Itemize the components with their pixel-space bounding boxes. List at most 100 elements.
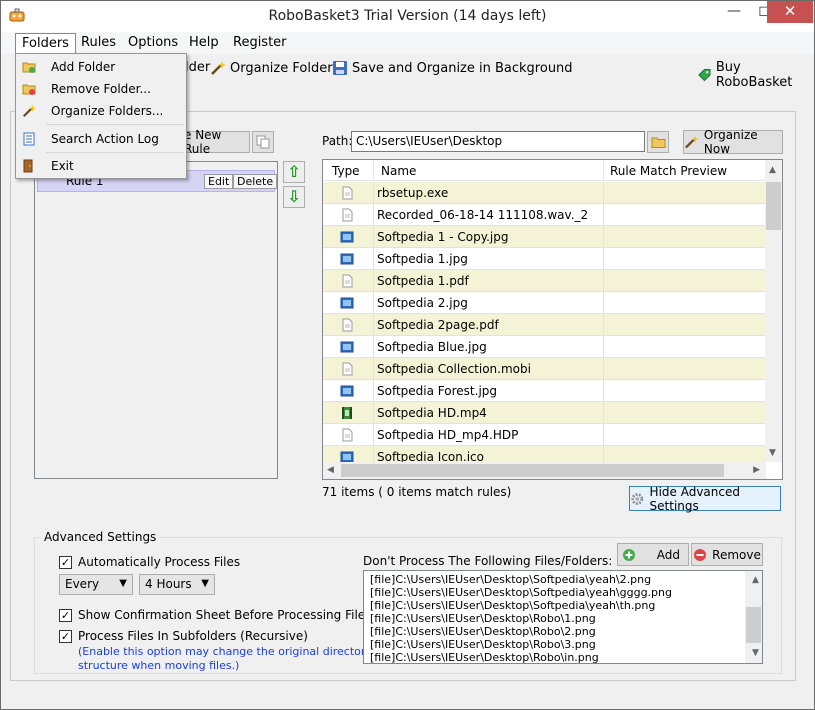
video-file-icon xyxy=(340,406,354,420)
cell-divider xyxy=(603,402,604,424)
file-row[interactable]: Recorded_06-18-14 111108.wav._2 xyxy=(323,204,766,226)
remove-folder-label: Remove Folder... xyxy=(51,82,151,96)
scroll-thumb[interactable] xyxy=(746,607,761,643)
move-rule-down-button[interactable]: ⇩ xyxy=(283,186,305,208)
hscroll-thumb[interactable] xyxy=(341,464,724,477)
menu-add-folder[interactable]: Add Folder xyxy=(16,56,186,78)
files-grid[interactable]: Type Name Rule Match Preview rbsetup.exe… xyxy=(322,159,783,480)
close-button[interactable]: ✕ xyxy=(767,1,813,23)
process-subfolders-checkbox[interactable]: ✓ Process Files In Subfolders (Recursive… xyxy=(59,629,308,643)
path-label: Path: xyxy=(322,134,353,148)
horizontal-scrollbar[interactable]: ◀ ▶ xyxy=(323,462,766,479)
menu-search-action-log[interactable]: Search Action Log xyxy=(16,128,186,150)
scroll-up-icon[interactable]: ▲ xyxy=(749,574,759,587)
exclusion-item[interactable]: [file]C:\Users\IEUser\Desktop\Robo\2.png xyxy=(367,625,762,638)
add-exclusion-button[interactable]: Add xyxy=(617,543,689,566)
edit-rule-button[interactable]: Edit xyxy=(204,174,234,189)
exclusion-item[interactable]: [file]C:\Users\IEUser\Desktop\Softpedia\… xyxy=(367,586,762,599)
minimize-button[interactable]: — xyxy=(719,1,749,23)
add-folder-toolbar-button[interactable]: lder xyxy=(185,60,210,75)
scroll-right-icon[interactable]: ▶ xyxy=(753,465,760,475)
file-row[interactable]: rbsetup.exe xyxy=(323,182,766,204)
buy-robobasket-button[interactable]: Buy RoboBasket xyxy=(697,60,814,90)
file-row[interactable]: Softpedia 2page.pdf xyxy=(323,314,766,336)
scroll-down-icon[interactable]: ▼ xyxy=(749,647,759,660)
path-input[interactable]: C:\Users\IEUser\Desktop xyxy=(351,131,645,152)
move-rule-up-button[interactable]: ⇧ xyxy=(283,161,305,183)
menu-help[interactable]: Help xyxy=(189,35,219,50)
image-file-icon xyxy=(340,252,354,266)
menu-register[interactable]: Register xyxy=(233,35,287,50)
menu-separator xyxy=(46,152,184,153)
every-select[interactable]: Every ▼ xyxy=(59,574,133,595)
checkbox-checked-icon[interactable]: ✓ xyxy=(59,629,72,643)
scroll-left-icon[interactable]: ◀ xyxy=(327,465,334,475)
cell-divider xyxy=(373,314,374,336)
scroll-up-icon[interactable]: ▲ xyxy=(769,165,776,175)
menu-organize-folders[interactable]: Organize Folders... xyxy=(16,100,186,122)
exclusion-item[interactable]: [file]C:\Users\IEUser\Desktop\Softpedia\… xyxy=(367,599,762,612)
checkbox-checked-icon[interactable]: ✓ xyxy=(59,608,72,622)
checkbox-checked-icon[interactable]: ✓ xyxy=(59,555,72,569)
exclusions-list[interactable]: [file]C:\Users\IEUser\Desktop\Softpedia\… xyxy=(363,570,763,664)
note-line-2: structure when moving files.) xyxy=(78,659,240,672)
file-row[interactable]: Softpedia Collection.mobi xyxy=(323,358,766,380)
menu-rules[interactable]: Rules xyxy=(81,35,116,50)
exit-door-icon xyxy=(23,159,33,173)
scroll-down-icon[interactable]: ▼ xyxy=(769,448,776,458)
cell-divider xyxy=(373,226,374,248)
column-type[interactable]: Type xyxy=(332,164,360,178)
arrow-down-icon: ⇩ xyxy=(287,187,301,206)
magic-wand-icon xyxy=(22,104,36,118)
rules-list[interactable]: Rule 1 Edit Delete xyxy=(34,161,278,479)
copy-rule-button[interactable] xyxy=(252,131,274,153)
exclusion-item[interactable]: [file]C:\Users\IEUser\Desktop\Robo\in.pn… xyxy=(367,651,762,663)
window-title: RoboBasket3 Trial Version (14 days left) xyxy=(268,8,547,24)
image-file-icon xyxy=(340,296,354,310)
file-row[interactable]: Softpedia 1 - Copy.jpg xyxy=(323,226,766,248)
file-row[interactable]: Softpedia HD_mp4.HDP xyxy=(323,424,766,446)
exclusions-scrollbar[interactable]: ▲ ▼ xyxy=(745,571,762,663)
file-name: Softpedia Forest.jpg xyxy=(377,384,498,398)
create-new-rule-button[interactable]: e New Rule xyxy=(184,128,250,156)
exclusion-item[interactable]: [file]C:\Users\IEUser\Desktop\Robo\3.png xyxy=(367,638,762,651)
file-name: Softpedia Collection.mobi xyxy=(377,362,531,376)
interval-select[interactable]: 4 Hours ▼ xyxy=(139,574,215,595)
file-row[interactable]: Softpedia Blue.jpg xyxy=(323,336,766,358)
file-row[interactable]: Softpedia Forest.jpg xyxy=(323,380,766,402)
organize-now-button[interactable]: Organize Now xyxy=(683,128,783,156)
exclusion-item[interactable]: [file]C:\Users\IEUser\Desktop\Softpedia\… xyxy=(367,573,762,586)
hide-advanced-settings-button[interactable]: Hide Advanced Settings xyxy=(629,485,781,513)
plus-circle-icon xyxy=(623,548,635,561)
menu-remove-folder[interactable]: Remove Folder... xyxy=(16,78,186,100)
file-row[interactable]: Softpedia 1.pdf xyxy=(323,270,766,292)
organize-folders-button[interactable]: Organize Folders xyxy=(210,60,339,76)
file-row[interactable]: Softpedia 2.jpg xyxy=(323,292,766,314)
exclusion-item[interactable]: [file]C:\Users\IEUser\Desktop\Robo\1.png xyxy=(367,612,762,625)
add-label: Add xyxy=(656,547,680,562)
auto-process-checkbox[interactable]: ✓ Automatically Process Files xyxy=(59,555,240,569)
column-separator xyxy=(373,160,374,181)
auto-process-label: Automatically Process Files xyxy=(78,555,241,569)
save-and-organize-label: Save and Organize in Background xyxy=(352,60,573,76)
file-name: Softpedia 1.jpg xyxy=(377,252,468,266)
menu-folders[interactable]: Folders xyxy=(15,33,76,54)
cell-divider xyxy=(373,204,374,226)
menu-exit[interactable]: Exit xyxy=(16,155,186,177)
file-row[interactable]: Softpedia 1.jpg xyxy=(323,248,766,270)
save-and-organize-button[interactable]: Save and Organize in Background xyxy=(332,60,573,76)
remove-folder-icon xyxy=(22,84,36,95)
remove-exclusion-button[interactable]: Remove xyxy=(691,543,763,566)
browse-folder-button[interactable] xyxy=(647,131,669,153)
folders-dropdown-menu: Add Folder Remove Folder... Organize Fol… xyxy=(15,53,187,179)
file-row[interactable]: Softpedia HD.mp4 xyxy=(323,402,766,424)
column-rule-match-preview[interactable]: Rule Match Preview xyxy=(610,164,727,178)
show-confirmation-checkbox[interactable]: ✓ Show Confirmation Sheet Before Process… xyxy=(59,608,371,622)
column-name[interactable]: Name xyxy=(381,164,416,178)
vertical-scrollbar[interactable]: ▲ ▼ xyxy=(765,160,782,462)
delete-rule-button[interactable]: Delete xyxy=(233,174,278,189)
menu-options[interactable]: Options xyxy=(128,35,178,50)
folder-icon xyxy=(651,137,665,148)
scroll-thumb[interactable] xyxy=(766,182,781,230)
cell-divider xyxy=(603,226,604,248)
